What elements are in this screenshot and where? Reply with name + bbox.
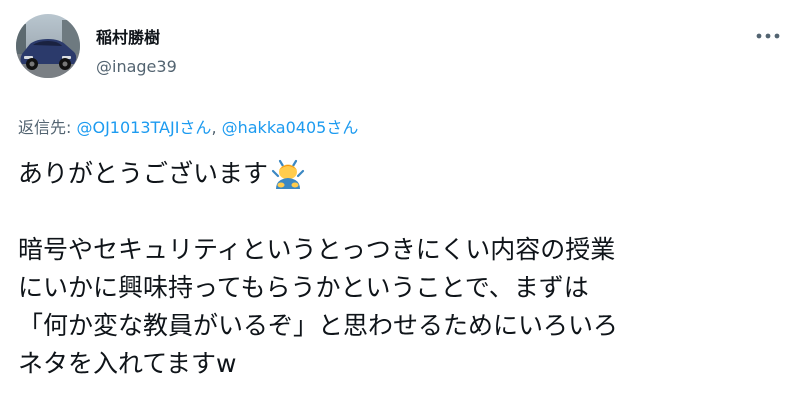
more-options-icon[interactable] [754,28,782,42]
person-bowing-emoji [271,159,305,189]
author-handle[interactable]: @inage39 [96,57,177,76]
tweet-line-4: 「何か変な教員がいるぞ」と思わせるためにいろいろ [18,311,619,340]
tweet-card: 稲村勝樹 @inage39 返信先: @OJ1013TAJIさん, @hakka… [0,0,800,400]
reply-mention-hakka0405[interactable]: @hakka0405さん [222,118,359,137]
reply-separator: , [211,118,222,137]
reply-prefix: 返信先: [18,118,77,137]
reply-mention-oj1013taji[interactable]: @OJ1013TAJIさん [76,118,211,137]
reply-to-line: 返信先: @OJ1013TAJIさん, @hakka0405さん [18,114,358,138]
tweet-text: ありがとうございます 暗号やセキュリティというとっつきにくい内容の授業 にいかに… [18,155,788,383]
author-name[interactable]: 稲村勝樹 [96,24,160,48]
tweet-line-3: にいかに興味持ってもらうかということで、まずは [18,273,589,302]
tweet-line-2: 暗号やセキュリティというとっつきにくい内容の授業 [18,235,616,264]
avatar-car-photo [16,14,80,78]
avatar[interactable] [16,14,80,78]
tweet-line-1-text: ありがとうございます [18,159,269,188]
tweet-line-1: ありがとうございます [18,155,788,193]
tweet-line-5: ネタを入れてますw [18,349,237,378]
